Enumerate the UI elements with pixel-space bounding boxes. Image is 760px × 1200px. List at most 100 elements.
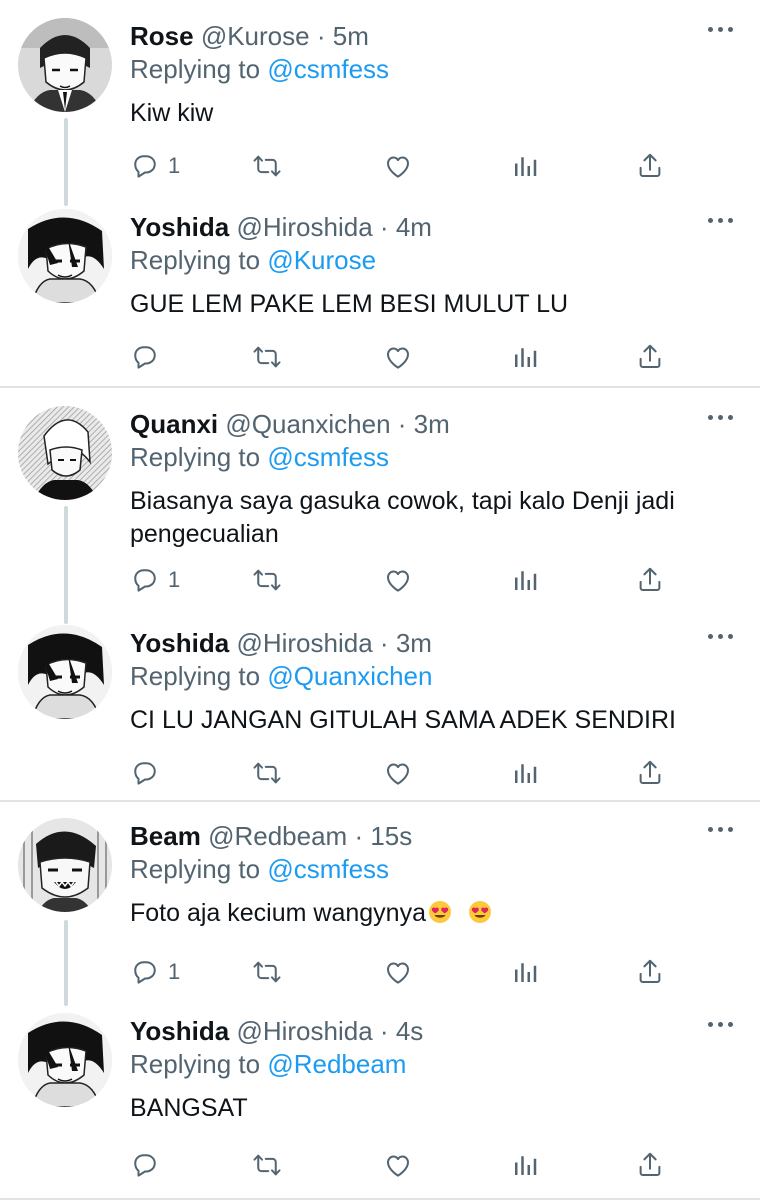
display-name[interactable]: Yoshida <box>130 628 229 658</box>
tweet[interactable]: Rose @Kurose · 5m Replying to @csmfess K… <box>0 0 760 191</box>
reply-button[interactable]: 1 <box>130 150 180 182</box>
replying-to-label: Replying to <box>130 245 261 275</box>
analytics-button[interactable] <box>510 341 540 373</box>
tweet-header: Beam @Redbeam · 15s <box>130 820 730 852</box>
replying-to: Replying to @csmfess <box>130 441 730 473</box>
analytics-button[interactable] <box>510 1149 540 1181</box>
thread: Beam @Redbeam · 15s Replying to @csmfess… <box>0 802 760 1200</box>
tweet-text: GUE LEM PAKE LEM BESI MULUT LU <box>130 290 569 318</box>
like-button[interactable] <box>383 150 413 182</box>
avatar[interactable] <box>18 406 112 500</box>
user-handle[interactable]: @Quanxichen <box>225 409 390 439</box>
user-handle[interactable]: @Hiroshida <box>236 1016 372 1046</box>
user-handle[interactable]: @Hiroshida <box>236 628 372 658</box>
tweet-actions <box>130 1149 670 1181</box>
avatar[interactable] <box>18 625 112 719</box>
tweet[interactable]: Beam @Redbeam · 15s Replying to @csmfess… <box>0 802 760 993</box>
share-button[interactable] <box>635 150 665 182</box>
reply-count: 1 <box>168 959 181 984</box>
retweet-button[interactable] <box>252 150 282 182</box>
user-handle[interactable]: @Redbeam <box>208 821 347 851</box>
mention-link[interactable]: @csmfess <box>267 54 389 84</box>
manga-girl-avatar-icon <box>18 18 112 112</box>
like-button[interactable] <box>383 564 413 596</box>
manga-boy-avatar-icon <box>18 209 112 303</box>
separator-dot: · <box>379 1016 389 1046</box>
share-button[interactable] <box>635 341 665 373</box>
manga-sharp-teeth-avatar-icon <box>18 818 112 912</box>
timestamp[interactable]: 3m <box>414 409 450 439</box>
retweet-button[interactable] <box>252 1149 282 1181</box>
bar-chart-icon <box>510 1150 540 1180</box>
analytics-button[interactable] <box>510 564 540 596</box>
more-options-icon[interactable] <box>708 412 734 422</box>
bar-chart-icon <box>510 151 540 181</box>
heart-icon <box>383 151 413 181</box>
display-name[interactable]: Rose <box>130 21 194 51</box>
like-button[interactable] <box>383 341 413 373</box>
reply-button[interactable] <box>130 341 168 373</box>
user-handle[interactable]: @Kurose <box>201 21 310 51</box>
avatar[interactable] <box>18 209 112 303</box>
more-options-icon[interactable] <box>708 24 734 34</box>
retweet-icon <box>252 1150 282 1180</box>
separator-dot: · <box>354 821 364 851</box>
separator-dot: · <box>397 409 407 439</box>
tweet[interactable]: Yoshida @Hiroshida · 3m Replying to @Qua… <box>0 611 760 798</box>
analytics-button[interactable] <box>510 150 540 182</box>
tweet[interactable]: Yoshida @Hiroshida · 4m Replying to @Kur… <box>0 191 760 384</box>
reply-button[interactable] <box>130 1149 168 1181</box>
share-button[interactable] <box>635 757 665 789</box>
like-button[interactable] <box>383 956 413 988</box>
more-options-icon[interactable] <box>708 631 734 641</box>
avatar[interactable] <box>18 1013 112 1107</box>
share-button[interactable] <box>635 1149 665 1181</box>
share-button[interactable] <box>635 564 665 596</box>
share-button[interactable] <box>635 956 665 988</box>
timestamp[interactable]: 4s <box>396 1016 423 1046</box>
mention-link[interactable]: @csmfess <box>267 442 389 472</box>
retweet-icon <box>252 565 282 595</box>
avatar[interactable] <box>18 818 112 912</box>
share-icon <box>635 565 665 595</box>
reply-icon <box>130 1150 160 1180</box>
heart-eyes-emoji-icon <box>428 900 452 924</box>
timestamp[interactable]: 4m <box>396 212 432 242</box>
timestamp[interactable]: 15s <box>370 821 412 851</box>
mention-link[interactable]: @Quanxichen <box>267 661 432 691</box>
analytics-button[interactable] <box>510 956 540 988</box>
mention-link[interactable]: @Kurose <box>267 245 376 275</box>
separator-dot: · <box>379 628 389 658</box>
retweet-button[interactable] <box>252 757 282 789</box>
mention-link[interactable]: @csmfess <box>267 854 389 884</box>
tweet[interactable]: Quanxi @Quanxichen · 3m Replying to @csm… <box>0 388 760 611</box>
analytics-button[interactable] <box>510 757 540 789</box>
tweet-text: Foto aja kecium wangynya <box>130 899 426 927</box>
more-options-icon[interactable] <box>708 1019 734 1029</box>
like-button[interactable] <box>383 757 413 789</box>
more-options-icon[interactable] <box>708 824 734 834</box>
timestamp[interactable]: 5m <box>333 21 369 51</box>
display-name[interactable]: Yoshida <box>130 1016 229 1046</box>
reply-button[interactable]: 1 <box>130 564 180 596</box>
reply-button[interactable] <box>130 757 168 789</box>
retweet-button[interactable] <box>252 564 282 596</box>
mention-link[interactable]: @Redbeam <box>267 1049 406 1079</box>
display-name[interactable]: Quanxi <box>130 409 218 439</box>
tweet-header: Yoshida @Hiroshida · 4m <box>130 211 730 243</box>
reply-button[interactable]: 1 <box>130 956 180 988</box>
display-name[interactable]: Yoshida <box>130 212 229 242</box>
like-button[interactable] <box>383 1149 413 1181</box>
bar-chart-icon <box>510 758 540 788</box>
more-options-icon[interactable] <box>708 215 734 225</box>
replying-to-label: Replying to <box>130 442 261 472</box>
retweet-button[interactable] <box>252 956 282 988</box>
display-name[interactable]: Beam <box>130 821 201 851</box>
tweet[interactable]: Yoshida @Hiroshida · 4s Replying to @Red… <box>0 993 760 1196</box>
replying-to: Replying to @csmfess <box>130 53 730 85</box>
replying-to-label: Replying to <box>130 54 261 84</box>
retweet-button[interactable] <box>252 341 282 373</box>
user-handle[interactable]: @Hiroshida <box>236 212 372 242</box>
timestamp[interactable]: 3m <box>396 628 432 658</box>
avatar[interactable] <box>18 18 112 112</box>
